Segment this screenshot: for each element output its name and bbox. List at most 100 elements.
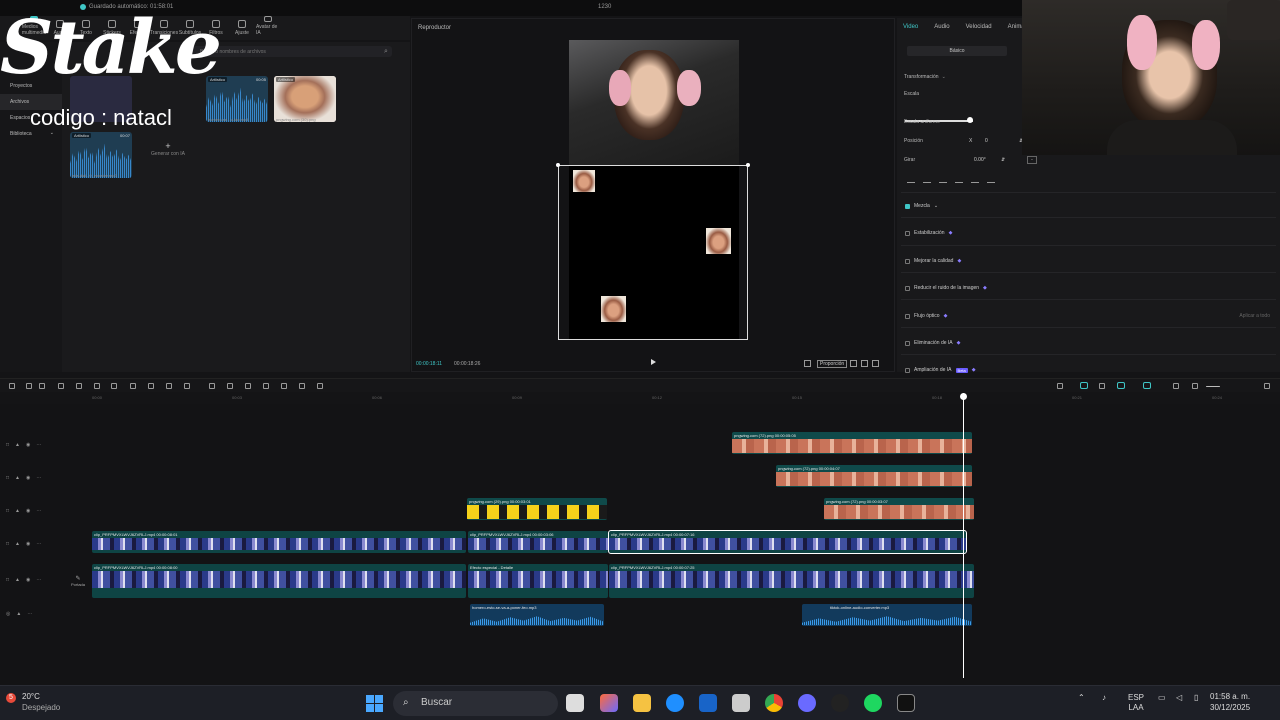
lock-icon[interactable]: ▲: [15, 577, 20, 583]
section-denoise[interactable]: Reducir el ruido de la imagen ◆: [905, 285, 1270, 291]
split-icon[interactable]: [76, 383, 82, 389]
checkbox[interactable]: [905, 313, 910, 319]
more-icon[interactable]: ⋯: [27, 611, 32, 617]
redo-icon[interactable]: [58, 383, 64, 389]
lock-icon[interactable]: ▲: [15, 442, 20, 448]
eye-icon[interactable]: ◉: [26, 541, 30, 547]
transform-header[interactable]: Transformación ⌄: [904, 74, 946, 80]
resize-handle[interactable]: [746, 163, 750, 167]
eye-icon[interactable]: ◉: [26, 475, 30, 481]
audio-clip[interactable]: tiktok-online-audio-converter.mp3: [802, 604, 972, 626]
more-icon[interactable]: ⋯: [36, 508, 41, 514]
split-right-icon[interactable]: [111, 383, 117, 389]
freeze-icon[interactable]: [148, 383, 154, 389]
align-center-icon[interactable]: [923, 176, 931, 183]
clock[interactable]: 01:58 a. m. 30/12/2025: [1210, 691, 1250, 713]
section-ai-upscale[interactable]: Ampliación de IA Beta ◆: [905, 367, 1270, 373]
preview-axis-icon[interactable]: [1117, 382, 1125, 389]
section-stabilize[interactable]: Estabilización ◆: [905, 230, 1270, 236]
track-toggle-icon[interactable]: □: [6, 475, 9, 481]
timeline-clip[interactable]: Efecto especial - Detalle: [468, 564, 608, 598]
generate-ai-button[interactable]: + Generar con IA: [137, 139, 199, 169]
mic-icon[interactable]: [1057, 383, 1063, 389]
align-left-icon[interactable]: [907, 176, 915, 183]
timeline-clip[interactable]: clip_PRFPMVXLWVJ6ZVRLJ.mp4 00:00:03:06: [468, 531, 608, 553]
select-tool-icon[interactable]: [9, 383, 15, 389]
timeline-clip[interactable]: pngwing.com (72).png 00:00:05:05: [732, 432, 972, 454]
flip-button[interactable]: -: [1027, 156, 1037, 164]
eye-icon[interactable]: ◉: [26, 577, 30, 583]
timeline-ruler[interactable]: 00:00 00:03 00:06 00:09 00:12 00:15 00:1…: [90, 393, 1280, 403]
edge-icon[interactable]: [666, 694, 684, 712]
search-icon[interactable]: ⌕: [384, 48, 388, 56]
obs-icon[interactable]: [831, 694, 849, 712]
app-icon[interactable]: [732, 694, 750, 712]
chevron-up-icon[interactable]: ⌃: [1078, 693, 1085, 702]
checkbox[interactable]: [905, 367, 910, 373]
spotify-icon[interactable]: [864, 694, 882, 712]
checkbox[interactable]: [905, 203, 910, 209]
checkbox[interactable]: [905, 340, 910, 346]
delete-icon[interactable]: [130, 383, 136, 389]
tab-ai-avatar[interactable]: Avatar de IA: [256, 16, 280, 38]
split-left-icon[interactable]: [94, 383, 100, 389]
checkbox[interactable]: [905, 258, 910, 264]
tab-adjust[interactable]: Ajuste: [230, 16, 254, 38]
cover-button[interactable]: ✎ Portada: [68, 575, 88, 587]
position-x-field[interactable]: 0: [985, 138, 988, 144]
align-right-icon[interactable]: [939, 176, 947, 183]
task-view-icon[interactable]: [566, 694, 584, 712]
lock-icon[interactable]: ▲: [16, 611, 21, 617]
ratio-button[interactable]: Proporción: [817, 360, 848, 368]
zoom-fit-icon[interactable]: [1192, 383, 1198, 389]
group-icon[interactable]: [209, 383, 215, 389]
timeline-clip[interactable]: pngwing.com (72).png 00:00:04:07: [776, 465, 972, 487]
zoom-in-icon[interactable]: [1264, 383, 1270, 389]
tab-speed[interactable]: Velocidad: [966, 24, 992, 30]
volume-icon[interactable]: ◁: [1176, 693, 1182, 702]
marker-icon[interactable]: [317, 383, 323, 389]
track-toggle-icon[interactable]: □: [6, 541, 9, 547]
align-top-icon[interactable]: [955, 176, 963, 183]
section-enhance[interactable]: Mejorar la calidad ◆: [905, 258, 1270, 264]
magic-icon[interactable]: [263, 383, 269, 389]
fullscreen-icon[interactable]: [872, 360, 879, 367]
checkbox[interactable]: [905, 230, 910, 236]
snap-icon[interactable]: [1099, 383, 1105, 389]
file-explorer-icon[interactable]: [633, 694, 651, 712]
track-toggle-icon[interactable]: □: [6, 577, 9, 583]
lock-icon[interactable]: ▲: [15, 508, 20, 514]
dropdown-icon[interactable]: [26, 383, 32, 389]
checkbox[interactable]: [905, 285, 910, 291]
timeline-clip[interactable]: clip_PRFPMVXLWVJ6ZVRLJ.mp4 00:00:08:01: [92, 531, 466, 553]
tab-audio-props[interactable]: Audio: [934, 24, 949, 30]
more-icon[interactable]: ⋯: [36, 541, 41, 547]
align-bottom-icon[interactable]: [987, 176, 995, 183]
battery-icon[interactable]: ▯: [1194, 693, 1198, 702]
timeline-clip-selected[interactable]: clip_PRFPMVXLWVJ6ZVRLJ.mp4 00:00:07:16: [608, 530, 967, 554]
more-icon[interactable]: ⋯: [36, 475, 41, 481]
timeline-clip[interactable]: pngwing.com (29).png 00:00:03:01: [467, 498, 607, 520]
stepper-icon[interactable]: ⇵: [1001, 157, 1005, 163]
crop-icon[interactable]: [861, 360, 868, 367]
taskbar-search[interactable]: ⌕ Buscar: [393, 691, 558, 716]
discord-icon[interactable]: [798, 694, 816, 712]
selection-box[interactable]: [556, 163, 750, 340]
fit-icon[interactable]: [804, 360, 811, 367]
copilot-icon[interactable]: [600, 694, 618, 712]
mirror-icon[interactable]: [184, 383, 190, 389]
audio-clip[interactable]: homero-esto-se-va-a-poner-feo.mp3: [470, 604, 604, 626]
play-icon[interactable]: [651, 359, 656, 365]
resize-handle[interactable]: [556, 163, 560, 167]
rotate-field[interactable]: 0.00°: [974, 157, 986, 163]
link-icon[interactable]: [1080, 382, 1088, 389]
subtitle-track-icon[interactable]: [1173, 383, 1179, 389]
lock-icon[interactable]: ▲: [15, 541, 20, 547]
store-icon[interactable]: [699, 694, 717, 712]
media-thumb-meme[interactable]: Artlistico: [274, 76, 336, 122]
crop-tool-icon[interactable]: [166, 383, 172, 389]
section-blend[interactable]: Mezcla ⌄: [905, 203, 1270, 209]
timeline-clip[interactable]: pngwing.com (72).png 00:00:03:07: [824, 498, 974, 520]
timeline-zoom-slider[interactable]: [1206, 386, 1220, 387]
network-icon[interactable]: ▭: [1158, 693, 1166, 702]
